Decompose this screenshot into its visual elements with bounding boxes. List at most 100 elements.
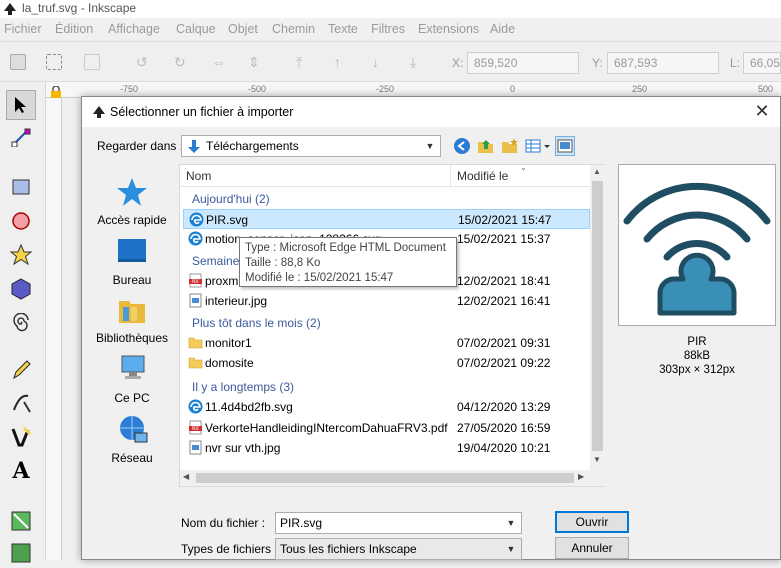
filename-input[interactable]: PIR.svg ▼ — [275, 512, 522, 534]
deselect-icon[interactable] — [84, 54, 100, 70]
mesh-tool-icon[interactable] — [6, 538, 36, 568]
column-name[interactable]: Nom — [186, 169, 211, 183]
file-date: 12/02/2021 18:41 — [457, 274, 551, 288]
3d-box-tool-icon[interactable] — [6, 274, 36, 304]
image-icon — [189, 293, 202, 308]
place-network[interactable]: Réseau — [86, 413, 178, 465]
look-in-label: Regarder dans : — [97, 139, 184, 153]
lock-icon[interactable] — [50, 85, 62, 98]
ellipse-tool-icon[interactable] — [6, 206, 36, 236]
horizontal-scrollbar[interactable]: ◀ ▶ — [180, 470, 590, 486]
node-tool-icon[interactable] — [6, 122, 36, 152]
select-in-all-layers-icon[interactable] — [46, 54, 62, 70]
vertical-scrollbar[interactable]: ▲ ▼ — [590, 165, 605, 486]
place-desktop[interactable]: Bureau — [86, 235, 178, 287]
file-list[interactable]: Nom ⌄ Modifié le Aujourd'hui (2) PIR.svg… — [179, 163, 605, 487]
raise-icon[interactable]: ↑ — [334, 54, 350, 70]
l-label: L: — [730, 56, 741, 70]
scroll-left-icon[interactable]: ◀ — [183, 472, 189, 481]
selector-tool-icon[interactable] — [6, 90, 36, 120]
menu-calque[interactable]: Calque — [176, 22, 216, 36]
cancel-button[interactable]: Annuler — [555, 537, 629, 559]
rectangle-tool-icon[interactable] — [6, 172, 36, 202]
scroll-down-icon[interactable]: ▼ — [593, 455, 601, 464]
lower-icon[interactable]: ↓ — [372, 54, 388, 70]
lower-bottom-icon[interactable]: ⤓ — [410, 54, 426, 70]
x-field[interactable]: 859,520 — [467, 52, 579, 74]
pencil-tool-icon[interactable] — [6, 354, 36, 384]
preview-toggle-icon[interactable] — [555, 136, 575, 156]
gradient-tool-icon[interactable] — [6, 506, 36, 536]
menu-chemin[interactable]: Chemin — [272, 22, 315, 36]
group-header[interactable]: Semaine — [192, 254, 239, 268]
flip-horizontal-icon[interactable]: ⇔ — [212, 54, 228, 70]
flip-vertical-icon[interactable]: ⇕ — [248, 54, 264, 70]
spiral-tool-icon[interactable] — [6, 308, 36, 338]
menu-objet[interactable]: Objet — [228, 22, 258, 36]
menu-fichier[interactable]: Fichier — [4, 22, 42, 36]
image-icon — [189, 440, 202, 455]
place-libraries[interactable]: Bibliothèques — [86, 293, 178, 345]
open-button[interactable]: Ouvrir — [555, 511, 629, 533]
place-label: Accès rapide — [97, 213, 167, 227]
menu-affichage[interactable]: Affichage — [108, 22, 160, 36]
new-folder-icon[interactable] — [500, 136, 520, 156]
chevron-down-icon[interactable]: ▼ — [503, 515, 519, 531]
text-tool-icon[interactable]: A — [6, 456, 36, 486]
menu-texte[interactable]: Texte — [328, 22, 358, 36]
up-folder-icon[interactable] — [476, 136, 496, 156]
rotate-cw-icon[interactable]: ↻ — [174, 54, 190, 70]
filetype-dropdown[interactable]: Tous les fichiers Inkscape ▼ — [275, 538, 522, 560]
ruler-label: -250 — [376, 84, 395, 94]
computer-icon — [115, 353, 149, 387]
column-header: Nom ⌄ Modifié le — [180, 163, 590, 187]
calligraphy-tool-icon[interactable] — [6, 422, 36, 452]
window-title: la_truf.svg - Inkscape — [22, 1, 137, 15]
scroll-right-icon[interactable]: ▶ — [578, 472, 584, 481]
command-bar: ↺ ↻ ⇔ ⇕ ⤒ ↑ ↓ ⤓ X: 859,520 Y: 687,593 L:… — [0, 42, 781, 82]
raise-top-icon[interactable]: ⤒ — [296, 54, 312, 70]
group-header[interactable]: Plus tôt dans le mois (2) — [192, 316, 321, 330]
star-icon — [115, 175, 149, 209]
scroll-thumb[interactable] — [592, 181, 603, 451]
select-all-icon[interactable] — [10, 54, 26, 70]
file-row[interactable]: domosite 07/02/2021 09:22 — [183, 353, 590, 373]
y-field[interactable]: 687,593 — [607, 52, 719, 74]
file-row[interactable]: nvr sur vth.jpg 19/04/2020 10:21 — [183, 438, 590, 458]
close-icon[interactable]: ✕ — [752, 101, 772, 121]
view-menu-icon[interactable] — [525, 136, 551, 156]
place-this-pc[interactable]: Ce PC — [86, 353, 178, 405]
rotate-ccw-icon[interactable]: ↺ — [136, 54, 152, 70]
file-row[interactable]: 11.4d4bd2fb.svg 04/12/2020 13:29 — [183, 397, 590, 417]
look-in-dropdown[interactable]: Téléchargements ▼ — [181, 135, 441, 157]
file-date: 19/04/2020 10:21 — [457, 441, 551, 455]
file-row[interactable]: PIR.svg 15/02/2021 15:47 — [183, 209, 590, 229]
file-row[interactable]: monitor1 07/02/2021 09:31 — [183, 333, 590, 353]
menu-extensions[interactable]: Extensions — [418, 22, 479, 36]
window-titlebar: la_truf.svg - Inkscape — [0, 0, 781, 18]
ruler-label: 500 — [758, 84, 774, 94]
file-row[interactable]: interieur.jpg 12/02/2021 16:41 — [183, 291, 590, 311]
pen-tool-icon[interactable] — [6, 388, 36, 418]
x-label: X: — [452, 56, 464, 70]
scroll-thumb[interactable] — [196, 473, 574, 483]
menu-filtres[interactable]: Filtres — [371, 22, 405, 36]
libraries-icon — [115, 293, 149, 327]
file-name: proxm — [205, 274, 239, 288]
menu-aide[interactable]: Aide — [490, 22, 515, 36]
vertical-ruler — [46, 98, 62, 560]
place-quick-access[interactable]: Accès rapide — [86, 175, 178, 227]
file-date: 15/02/2021 15:37 — [457, 232, 551, 246]
star-tool-icon[interactable] — [6, 240, 36, 270]
svg-text:PDF: PDF — [192, 279, 200, 284]
width-field[interactable]: 66,05 — [743, 52, 781, 74]
edge-icon — [188, 231, 203, 246]
menu-edition[interactable]: Édition — [55, 22, 93, 36]
file-row[interactable]: PDF VerkorteHandleidingINtercomDahuaFRV3… — [183, 418, 590, 438]
scroll-up-icon[interactable]: ▲ — [593, 167, 601, 176]
group-header[interactable]: Il y a longtemps (3) — [192, 380, 294, 394]
file-name: domosite — [205, 356, 254, 370]
back-icon[interactable] — [452, 136, 472, 156]
column-modified[interactable]: Modifié le — [457, 169, 508, 183]
group-header[interactable]: Aujourd'hui (2) — [192, 192, 270, 206]
